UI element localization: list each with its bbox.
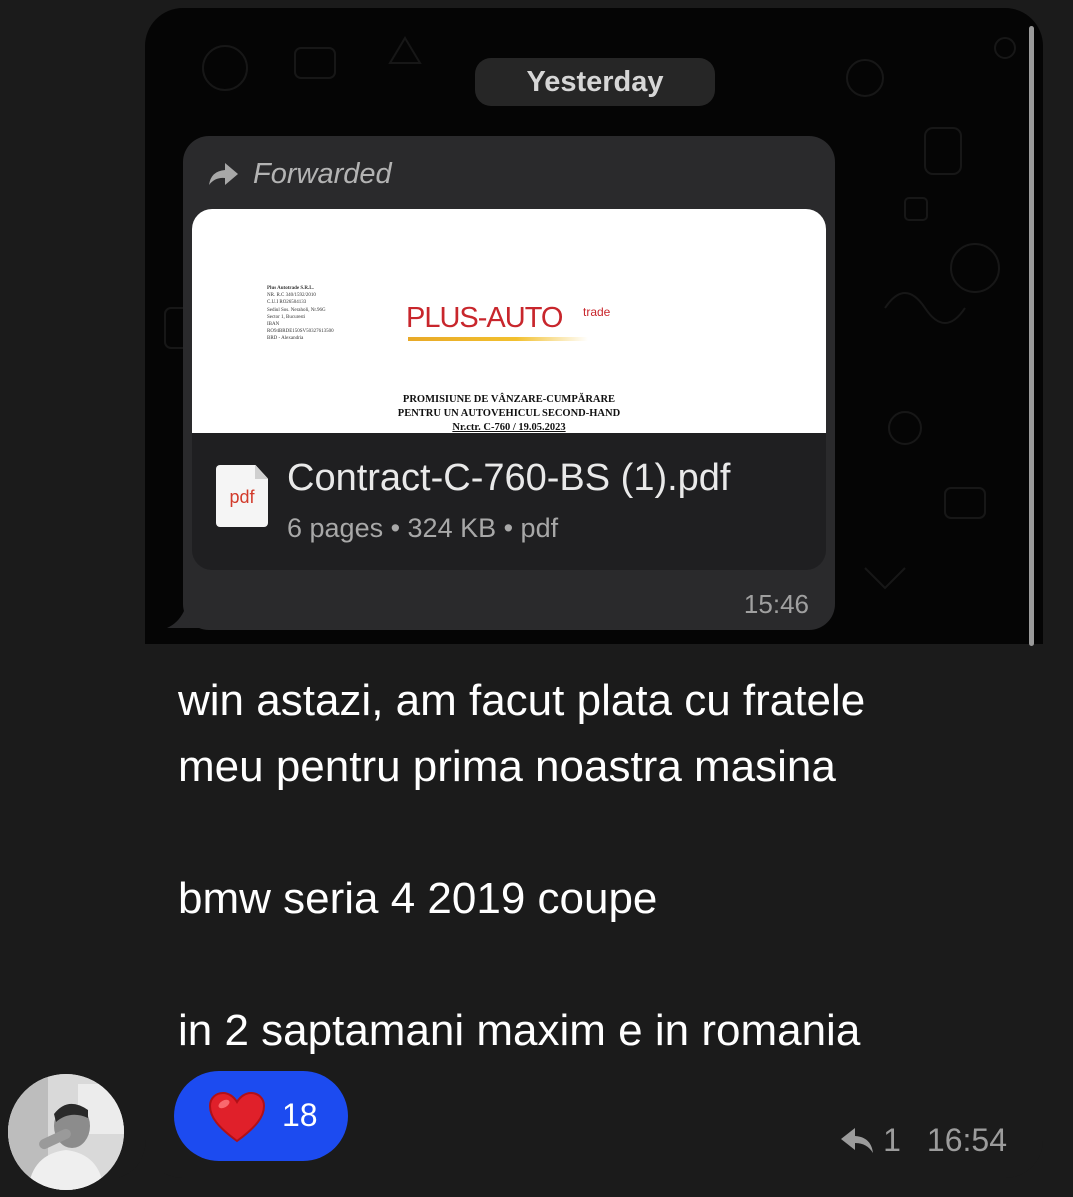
user-photo [8, 1074, 124, 1190]
scrollbar[interactable] [1029, 26, 1034, 646]
reaction-heart-button[interactable]: 18 [174, 1071, 348, 1161]
reply-icon[interactable] [839, 1125, 875, 1155]
message-meta: 1 16:54 [839, 1120, 1007, 1160]
message-bubble[interactable]: Yesterday Forwarded Plus Autotrade S.R.L… [145, 8, 1043, 1178]
forwarded-text: Forwarded [253, 157, 392, 190]
message-timestamp: 16:54 [926, 1121, 1007, 1158]
document-heading: PROMISIUNE DE VÂNZARE-CUMPĂRARE PENTRU U… [397, 394, 621, 433]
forwarded-message-bubble[interactable]: Forwarded Plus Autotrade S.R.L. NR. R.C … [183, 136, 835, 630]
forward-arrow-icon [209, 163, 238, 185]
document-preview[interactable]: Plus Autotrade S.R.L. NR. R.C 340/1592/2… [192, 209, 826, 433]
company-info: Plus Autotrade S.R.L. NR. R.C 340/1592/2… [267, 286, 334, 342]
heart-icon [208, 1091, 266, 1143]
avatar[interactable] [8, 1074, 124, 1190]
file-meta: 6 pages • 324 KB • pdf [287, 513, 559, 543]
file-name[interactable]: Contract-C-760-BS (1).pdf [287, 457, 731, 500]
document-attachment[interactable]: Plus Autotrade S.R.L. NR. R.C 340/1592/2… [192, 209, 826, 570]
date-separator: Yesterday [475, 58, 715, 106]
forwarded-label: Forwarded [207, 154, 392, 194]
forwarded-timestamp: 15:46 [743, 589, 809, 619]
reaction-count: 18 [282, 1097, 318, 1133]
attached-screenshot[interactable]: Yesterday Forwarded Plus Autotrade S.R.L… [145, 8, 1043, 646]
bubble-tail [118, 1140, 164, 1178]
pdf-icon-label: pdf [229, 487, 255, 507]
plus-auto-logo: PLUS-AUTO trade [406, 303, 636, 345]
reply-count[interactable]: 1 [883, 1122, 901, 1159]
message-text: win astazi, am facut plata cu fratele me… [178, 676, 866, 1055]
